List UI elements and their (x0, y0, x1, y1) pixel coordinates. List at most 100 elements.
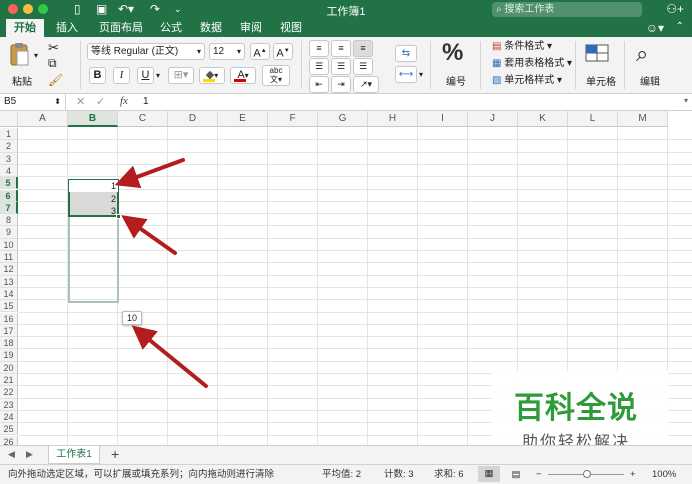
align-middle-button[interactable]: ≡ (331, 40, 351, 57)
tab-insert[interactable]: 插入 (50, 19, 84, 37)
formula-input[interactable]: 1 (143, 96, 149, 107)
tab-view[interactable]: 视图 (274, 19, 308, 37)
align-center-icon: ☰ (336, 61, 346, 71)
text-orientation-button[interactable]: ↗▾ (353, 76, 379, 93)
normal-view-button[interactable]: ▦ (478, 466, 500, 482)
separator (80, 41, 81, 89)
chevron-down-icon: ⬍ (54, 97, 61, 106)
wrap-text-button[interactable]: ⇆ (395, 45, 417, 62)
shrink-font-button[interactable]: A▼ (273, 43, 293, 60)
font-size-select[interactable]: 12 ▾ (209, 43, 245, 60)
borders-icon: ⊞▾ (173, 69, 189, 81)
chevron-down-icon[interactable]: ▾ (419, 70, 423, 79)
grow-font-glyph: A (253, 47, 261, 60)
cells-button[interactable] (584, 41, 612, 65)
zoom-out-icon[interactable]: − (536, 465, 542, 484)
search-sheet-input[interactable]: ⌕ 搜索工作表 (492, 2, 642, 17)
chevron-down-icon[interactable]: ▾ (156, 71, 160, 80)
phonetic-glyph: abc (269, 66, 283, 75)
tab-formulas[interactable]: 公式 (154, 19, 188, 37)
ribbon-tab-bar: 开始 插入 页面布局 公式 数据 审阅 视图 ☺▾ ⌃ (0, 19, 692, 37)
expand-formula-icon[interactable]: ▾ (684, 96, 688, 105)
shrink-font-glyph: A (276, 47, 284, 60)
paste-button[interactable] (8, 41, 32, 71)
phonetic-button[interactable]: abc 文▾ (262, 65, 290, 86)
name-box[interactable]: B5 ⬍ (0, 94, 66, 110)
cell-styles-button[interactable]: ▧ 单元格样式 ▾ (492, 74, 562, 88)
conditional-format-button[interactable]: ▤ 条件格式 ▾ (492, 40, 552, 54)
italic-button[interactable]: I (113, 67, 130, 84)
magnifier-icon[interactable]: ⌕ (636, 41, 648, 67)
copy-icon[interactable]: ⧉ (48, 56, 57, 71)
formula-bar: B5 ⬍ ✕ ✓ fx 1 ▾ (0, 94, 692, 111)
increase-indent-icon: ⇥ (337, 79, 345, 89)
status-sum: 求和: 6 (434, 469, 464, 480)
collapse-ribbon-icon[interactable]: ⌃ (676, 21, 684, 32)
paste-dropdown-icon[interactable]: ▾ (34, 51, 38, 60)
font-color-button[interactable]: A▾ (230, 67, 256, 84)
align-center-button[interactable]: ☰ (331, 58, 351, 75)
merge-icon: ⟷ (398, 69, 414, 80)
cells-label: 单元格 (586, 77, 616, 88)
cut-icon[interactable]: ✂ (48, 40, 59, 56)
grow-font-button[interactable]: A▲ (250, 43, 270, 60)
fill-color-button[interactable]: ◆▾ (199, 67, 225, 84)
watermark-title: 百科全说 (514, 391, 638, 426)
cancel-icon[interactable]: ✕ (76, 95, 85, 108)
align-top-button[interactable]: ≡ (309, 40, 329, 57)
share-user-icon[interactable]: ⚇+ (666, 2, 684, 16)
tab-review[interactable]: 审阅 (234, 19, 268, 37)
enter-icon[interactable]: ✓ (96, 95, 105, 108)
separator (624, 41, 625, 89)
align-left-button[interactable]: ☰ (309, 58, 329, 75)
next-sheet-icon[interactable]: ▶ (26, 449, 33, 460)
sheet-tab-bar: ◀ ▶ 工作表1 + (0, 445, 692, 464)
merge-center-button[interactable]: ⟷ (395, 66, 417, 83)
table-format-icon: ▦ (492, 58, 502, 69)
status-count: 计数: 3 (384, 469, 414, 480)
separator (430, 41, 431, 89)
align-left-icon: ☰ (314, 61, 324, 71)
page-layout-icon: ▤ (511, 469, 521, 480)
decrease-indent-button[interactable]: ⇤ (309, 76, 329, 93)
cells-icon (585, 44, 609, 62)
align-middle-icon: ≡ (338, 43, 344, 53)
separator (301, 41, 302, 89)
align-right-icon: ☰ (358, 61, 368, 71)
percent-icon[interactable]: % (442, 39, 463, 67)
insert-function-icon[interactable]: fx (120, 95, 128, 107)
ribbon-home: 粘贴 ▾ ✂ ⧉ 🖌 等线 Regular (正文) ▾ 12 ▾ A▲ A▼ … (0, 37, 692, 94)
fill-color-swatch (203, 79, 215, 82)
arrow-to-tooltip (131, 325, 208, 388)
separator (575, 41, 576, 89)
borders-button[interactable]: ⊞▾ (168, 67, 194, 84)
align-right-button[interactable]: ☰ (353, 58, 373, 75)
add-sheet-icon[interactable]: + (111, 446, 119, 462)
tab-data[interactable]: 数据 (194, 19, 228, 37)
cell-styles-icon: ▧ (492, 75, 502, 86)
status-bar: 向外拖动选定区域，可以扩展或填充系列；向内拖动则进行清除 平均值: 2 计数: … (0, 464, 692, 484)
font-name-select[interactable]: 等线 Regular (正文) ▾ (87, 43, 205, 60)
page-layout-view-button[interactable]: ▤ (506, 465, 526, 484)
align-top-icon: ≡ (316, 43, 322, 53)
format-painter-icon[interactable]: 🖌 (48, 73, 63, 87)
format-as-table-button[interactable]: ▦ 套用表格格式 ▾ (492, 57, 572, 71)
cell-styles-label: 单元格样式 (504, 75, 555, 86)
status-message: 向外拖动选定区域，可以扩展或填充系列；向内拖动则进行清除 (8, 469, 275, 480)
zoom-slider-thumb[interactable] (583, 470, 591, 478)
zoom-level[interactable]: 100% (652, 465, 676, 484)
underline-button[interactable]: U (137, 67, 154, 84)
bold-button[interactable]: B (89, 67, 106, 84)
tab-home[interactable]: 开始 (6, 19, 44, 37)
prev-sheet-icon[interactable]: ◀ (8, 449, 15, 460)
increase-indent-button[interactable]: ⇥ (331, 76, 351, 93)
sheet-tab-1[interactable]: 工作表1 (48, 446, 100, 464)
tab-page-layout[interactable]: 页面布局 (92, 19, 150, 37)
font-name-value: 等线 Regular (正文) (91, 46, 179, 57)
arrow-to-b5 (114, 158, 185, 189)
number-label: 编号 (446, 77, 466, 88)
table-format-label: 套用表格格式 (504, 58, 565, 69)
align-bottom-button[interactable]: ≡ (353, 40, 373, 57)
zoom-in-icon[interactable]: + (630, 465, 636, 484)
feedback-smile-icon[interactable]: ☺▾ (646, 21, 664, 35)
